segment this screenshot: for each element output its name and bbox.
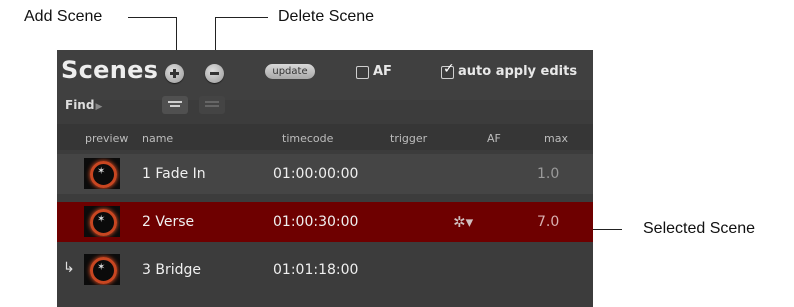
scene-timecode: 01:00:30:00	[273, 214, 359, 230]
scene-name: 1 Fade In	[142, 166, 206, 182]
auto-apply-checkbox[interactable]: ✓	[441, 62, 455, 79]
filter-button[interactable]	[162, 96, 188, 114]
scene-preview-thumbnail: ✶	[84, 254, 120, 285]
col-preview[interactable]: preview	[85, 132, 128, 145]
checkmark-icon: ✓	[443, 61, 455, 77]
af-checkbox[interactable]	[356, 66, 369, 79]
delete-scene-button[interactable]	[205, 64, 224, 83]
scene-name: 2 Verse	[142, 214, 195, 230]
scene-preview-thumbnail: ✶	[84, 158, 120, 189]
col-timecode[interactable]: timecode	[282, 132, 333, 145]
return-arrow-icon: ↳	[63, 260, 75, 276]
disclosure-arrow-icon: ▶	[95, 102, 103, 112]
scenes-panel: Scenes update AF ✓ auto apply edits Find…	[57, 50, 593, 307]
star-icon: ✶	[97, 262, 106, 273]
star-icon: ✶	[97, 166, 106, 177]
minus-icon	[210, 72, 219, 75]
add-scene-callout: Add Scene	[24, 8, 103, 25]
col-name[interactable]: name	[142, 132, 173, 145]
star-icon: ✶	[97, 214, 106, 225]
find-label: Find	[65, 98, 95, 112]
af-checkbox-label: AF	[373, 64, 392, 79]
selected-scene-callout: Selected Scene	[643, 220, 756, 237]
delete-scene-leader-horizontal	[215, 17, 268, 18]
scene-max: 7.0	[537, 214, 560, 230]
plus-icon-bar-v	[173, 69, 176, 78]
col-max[interactable]: max	[544, 132, 568, 145]
panel-title: Scenes	[61, 56, 159, 84]
col-af[interactable]: AF	[487, 132, 501, 145]
update-button[interactable]: update	[265, 64, 315, 79]
list-icon	[205, 101, 219, 109]
gear-icon[interactable]: ✲▾	[453, 213, 473, 231]
scene-row-3[interactable]: ↳ ✶ 3 Bridge 01:01:18:00	[57, 250, 593, 290]
scene-name: 3 Bridge	[142, 262, 201, 278]
delete-scene-callout: Delete Scene	[278, 8, 375, 25]
scene-timecode: 01:01:18:00	[273, 262, 359, 278]
find-toggle[interactable]: Find▶	[65, 98, 102, 112]
add-scene-button[interactable]	[165, 64, 184, 83]
scene-row-2[interactable]: ✶ 2 Verse 01:00:30:00 ✲▾ 7.0	[57, 202, 593, 242]
scene-max: 1.0	[537, 166, 560, 182]
list-button[interactable]	[199, 96, 225, 114]
auto-apply-label: auto apply edits	[458, 64, 578, 79]
col-trigger[interactable]: trigger	[390, 132, 427, 145]
scene-preview-thumbnail: ✶	[84, 206, 120, 237]
scenes-toolbar: Scenes update AF ✓ auto apply edits	[57, 50, 593, 100]
column-header: preview name timecode trigger AF max	[57, 124, 593, 150]
add-scene-leader-horizontal	[128, 17, 176, 18]
filter-icon	[168, 101, 182, 109]
scene-timecode: 01:00:00:00	[273, 166, 359, 182]
scene-row-1[interactable]: ✶ 1 Fade In 01:00:00:00 1.0	[57, 154, 593, 194]
